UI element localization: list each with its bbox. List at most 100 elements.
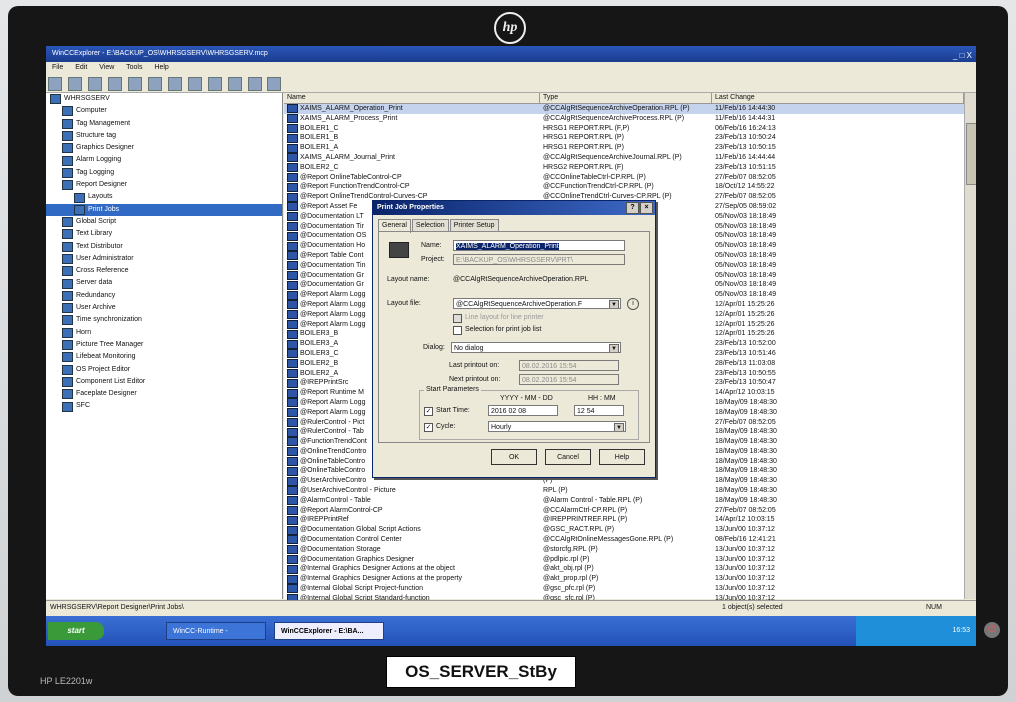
cell-type: @gsc_pfc.rpl (P) bbox=[543, 585, 596, 593]
dialog-titlebar[interactable]: Print Job Properties ? × bbox=[373, 201, 655, 215]
table-row[interactable]: @Documentation Storage @storcfg.RPL (P) 13… bbox=[284, 545, 964, 555]
tree-item[interactable]: Redundancy bbox=[46, 290, 282, 302]
table-row[interactable]: @AlarmControl - Table @Alarm Control - Ta… bbox=[284, 496, 964, 506]
table-row[interactable]: XAIMS_ALARM_Operation_Print @CCAlgRtSeque… bbox=[284, 104, 964, 114]
tree-item[interactable]: Cross Reference bbox=[46, 265, 282, 277]
line-layout-checkbox[interactable] bbox=[453, 314, 462, 323]
ok-button[interactable]: OK bbox=[491, 449, 537, 465]
name-field[interactable]: XAIMS_ALARM_Operation_Print bbox=[453, 240, 625, 251]
scroll-thumb[interactable] bbox=[966, 123, 976, 185]
cell-type: @storcfg.RPL (P) bbox=[543, 545, 598, 553]
help-question-icon[interactable]: ? bbox=[626, 202, 639, 214]
table-row[interactable]: @IREPPrintRef @IREPPRINTREF.RPL (P) 14/Apr… bbox=[284, 515, 964, 525]
properties-icon[interactable] bbox=[167, 77, 182, 91]
open-icon[interactable] bbox=[67, 77, 82, 91]
start-time-checkbox[interactable]: ✓ bbox=[424, 407, 433, 416]
tree-item[interactable]: Text Distributor bbox=[46, 241, 282, 253]
tab-selection[interactable]: Selection bbox=[411, 219, 449, 231]
table-row[interactable]: @Report OnlineTableControl-CP @CCOnlineTa… bbox=[284, 172, 964, 183]
paste-icon[interactable] bbox=[127, 77, 142, 91]
tree-item[interactable]: Server data bbox=[46, 277, 282, 289]
table-row[interactable]: @Report AlarmControl-CP @CCAlarmCtrl-CP.R… bbox=[284, 506, 964, 516]
start-button[interactable]: start bbox=[48, 622, 104, 640]
table-row[interactable]: @Internal Graphics Designer Actions at t… bbox=[284, 574, 964, 584]
table-row[interactable]: BOILER1_A HRSG1 REPORT.RPL (P) 23/Feb/13 1… bbox=[284, 143, 964, 153]
help-button[interactable]: Help bbox=[599, 449, 645, 465]
cancel-button[interactable]: Cancel bbox=[545, 449, 591, 465]
table-row[interactable]: @Documentation Graphics Designer @pdlpic.… bbox=[284, 555, 964, 565]
menu-help[interactable]: Help bbox=[154, 64, 168, 71]
chevron-down-icon[interactable]: ▼ bbox=[609, 344, 619, 352]
small-icons-icon[interactable] bbox=[207, 77, 222, 91]
tree-item[interactable]: Tag Management bbox=[46, 118, 282, 130]
cell-last-change: 08/Feb/16 12:41:21 bbox=[715, 536, 776, 544]
info-icon[interactable]: i bbox=[627, 298, 639, 310]
vertical-scrollbar[interactable] bbox=[964, 93, 976, 599]
power-icon[interactable]: ⏻ bbox=[984, 622, 1000, 638]
tree-item[interactable]: OS Project Editor bbox=[46, 364, 282, 376]
window-titlebar[interactable]: WinCCExplorer - E:\BACKUP_OS\WHRSGSERV\W… bbox=[46, 46, 976, 62]
tree-item[interactable]: Computer bbox=[46, 105, 282, 117]
tree-item[interactable]: Time synchronization bbox=[46, 314, 282, 326]
tree-item[interactable]: Faceplate Designer bbox=[46, 388, 282, 400]
tree-item[interactable]: Text Library bbox=[46, 228, 282, 240]
table-row[interactable]: BOILER1_B HRSG1 REPORT.RPL (P) 23/Feb/13 1… bbox=[284, 133, 964, 143]
dialog-select[interactable]: No dialog ▼ bbox=[451, 342, 621, 353]
cut-icon[interactable] bbox=[87, 77, 102, 91]
large-icons-icon[interactable] bbox=[187, 77, 202, 91]
tree-item[interactable]: Horn bbox=[46, 327, 282, 339]
table-row[interactable]: XAIMS_ALARM_Journal_Print @CCAlgRtSequenc… bbox=[284, 153, 964, 163]
tree-item[interactable]: Graphics Designer bbox=[46, 142, 282, 154]
details-view-icon[interactable] bbox=[247, 77, 262, 91]
delete-icon[interactable] bbox=[147, 77, 162, 91]
table-row[interactable]: XAIMS_ALARM_Process_Print @CCAlgRtSequenc… bbox=[284, 114, 964, 124]
tree-item[interactable]: Print Jobs bbox=[46, 203, 282, 216]
selection-checkbox[interactable] bbox=[453, 326, 462, 335]
tree-item[interactable]: Global Script bbox=[46, 216, 282, 228]
start-time-field[interactable]: 12 54 bbox=[574, 405, 624, 416]
close-icon[interactable]: × bbox=[640, 202, 653, 214]
task-wincc-runtime[interactable]: WinCC-Runtime - bbox=[166, 622, 266, 640]
table-row[interactable]: BOILER2_C HRSG2 REPORT.RPL (F) 23/Feb/13 1… bbox=[284, 163, 964, 173]
table-row[interactable]: @UserArchiveControl - Picture RPL (P) 18/M… bbox=[284, 486, 964, 496]
tree-item[interactable]: Tag Logging bbox=[46, 167, 282, 179]
tree-item[interactable]: Alarm Logging bbox=[46, 154, 282, 166]
table-row[interactable]: @Documentation Control Center @CCAlgRtOnl… bbox=[284, 535, 964, 545]
column-name[interactable]: Name bbox=[284, 93, 540, 103]
tree-item[interactable]: Lifebeat Monitoring bbox=[46, 351, 282, 363]
new-icon[interactable] bbox=[48, 77, 62, 91]
table-row[interactable]: @Internal Graphics Designer Actions at t… bbox=[284, 564, 964, 574]
start-date-field[interactable]: 2016 02 08 bbox=[488, 405, 558, 416]
table-row[interactable]: BOILER1_C HRSG1 REPORT.RPL (F,P) 06/Feb/16… bbox=[284, 123, 964, 134]
menu-file[interactable]: File bbox=[52, 64, 63, 71]
tree-item[interactable]: Component List Editor bbox=[46, 376, 282, 388]
tree-item[interactable]: WHRSGSERV bbox=[46, 93, 282, 105]
table-row[interactable]: @Internal Global Script Project-function… bbox=[284, 584, 964, 594]
tree-item[interactable]: User Archive bbox=[46, 302, 282, 314]
tab-printer-setup[interactable]: Printer Setup bbox=[449, 219, 499, 231]
column-last-change[interactable]: Last Change bbox=[712, 93, 964, 103]
menu-tools[interactable]: Tools bbox=[126, 64, 142, 71]
menu-view[interactable]: View bbox=[99, 64, 114, 71]
menu-edit[interactable]: Edit bbox=[75, 64, 87, 71]
help-icon[interactable] bbox=[267, 77, 282, 91]
tree-item[interactable]: User Administrator bbox=[46, 253, 282, 265]
tree-item[interactable]: Layouts bbox=[46, 191, 282, 203]
cycle-select[interactable]: Hourly ▼ bbox=[488, 421, 626, 432]
cycle-checkbox[interactable]: ✓ bbox=[424, 423, 433, 432]
chevron-down-icon[interactable]: ▼ bbox=[614, 423, 624, 431]
tree-item[interactable]: SFC bbox=[46, 400, 282, 412]
cell-type: @CCAlgRtOnlineMessagesGone.RPL (P) bbox=[543, 536, 674, 544]
table-row[interactable]: @Documentation Global Script Actions @GSC… bbox=[284, 525, 964, 535]
table-row[interactable]: @Report FunctionTrendControl-CP @CCFuncti… bbox=[284, 182, 964, 192]
tree-item[interactable]: Picture Tree Manager bbox=[46, 339, 282, 351]
list-view-icon[interactable] bbox=[227, 77, 242, 91]
task-wincc-explorer[interactable]: WinCCExplorer - E:\BA... bbox=[274, 622, 384, 640]
chevron-down-icon[interactable]: ▼ bbox=[609, 300, 619, 308]
layout-file-select[interactable]: @CCAlgRtSequenceArchiveOperation.F ▼ bbox=[453, 298, 621, 309]
tree-item[interactable]: Structure tag bbox=[46, 130, 282, 142]
print-job-icon bbox=[287, 221, 298, 231]
column-type[interactable]: Type bbox=[540, 93, 712, 103]
copy-icon[interactable] bbox=[107, 77, 122, 91]
tree-item[interactable]: Report Designer bbox=[46, 179, 282, 191]
